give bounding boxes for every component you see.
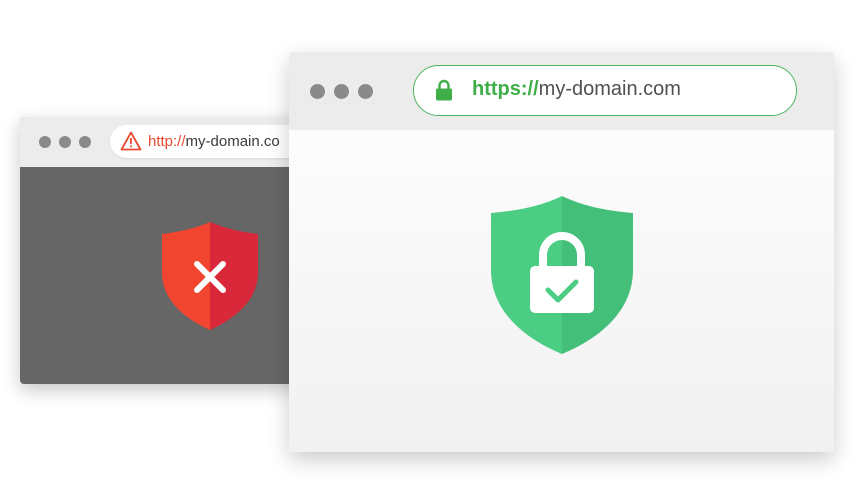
shield-lock-check-icon xyxy=(491,196,633,354)
close-window-dot[interactable] xyxy=(310,84,325,99)
secure-url: https://my-domain.com xyxy=(472,78,681,101)
insecure-url-host: my-domain.co xyxy=(185,133,280,150)
secure-browser-window: https://my-domain.com xyxy=(289,52,834,452)
maximize-window-dot[interactable] xyxy=(79,136,91,148)
insecure-browser-window: http://my-domain.co xyxy=(20,117,320,384)
minimize-window-dot[interactable] xyxy=(334,84,349,99)
insecure-url-scheme: http:// xyxy=(148,133,186,150)
close-window-dot[interactable] xyxy=(39,136,51,148)
minimize-window-dot[interactable] xyxy=(59,136,71,148)
padlock-icon xyxy=(436,79,452,101)
insecure-url: http://my-domain.co xyxy=(148,133,280,150)
secure-url-host: my-domain.com xyxy=(538,78,681,100)
shield-x-icon xyxy=(162,222,258,330)
secure-url-scheme: https:// xyxy=(472,78,539,100)
warning-triangle-icon xyxy=(120,131,142,151)
insecure-titlebar: http://my-domain.co xyxy=(20,117,320,167)
secure-address-bar[interactable]: https://my-domain.com xyxy=(413,65,797,116)
secure-titlebar: https://my-domain.com xyxy=(289,52,834,130)
maximize-window-dot[interactable] xyxy=(358,84,373,99)
